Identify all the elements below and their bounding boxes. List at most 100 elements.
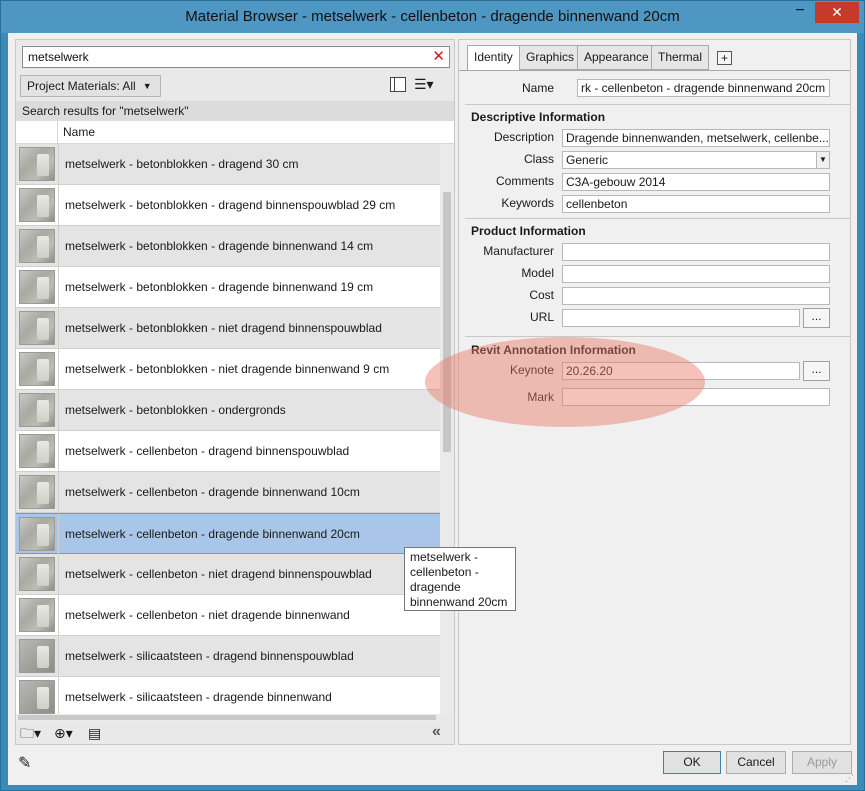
url-browse-button[interactable]: ... <box>803 308 830 328</box>
library-bottom-toolbar: 🗀▾ ⊕▾ ▤ « <box>16 722 454 744</box>
model-field[interactable] <box>562 265 830 283</box>
material-name: metselwerk - betonblokken - niet dragend… <box>65 362 390 376</box>
url-field[interactable] <box>562 309 800 327</box>
material-list-item[interactable]: metselwerk - silicaatsteen - dragend bin… <box>16 636 440 677</box>
material-list-item[interactable]: metselwerk - cellenbeton - niet dragend … <box>16 554 440 595</box>
material-name: metselwerk - betonblokken - dragende bin… <box>65 280 374 294</box>
column-separator <box>58 636 59 677</box>
material-thumbnail <box>19 680 55 714</box>
chevron-down-icon[interactable]: ▼ <box>816 152 829 168</box>
title-bar[interactable]: Material Browser - metselwerk - cellenbe… <box>1 1 864 33</box>
material-list-item[interactable]: metselwerk - betonblokken - niet dragend… <box>16 349 440 390</box>
column-separator <box>58 308 59 349</box>
name-column-header[interactable]: Name <box>63 125 95 139</box>
manufacturer-field[interactable] <box>562 243 830 261</box>
clear-search-icon[interactable]: ✕ <box>432 47 445 65</box>
material-list-panel: ✕ Project Materials: All ▼ ☰▾ Search res… <box>15 39 455 745</box>
material-list-item[interactable]: metselwerk - cellenbeton - dragende binn… <box>16 513 440 555</box>
material-list: metselwerk - betonblokken - dragend 30 c… <box>16 144 440 714</box>
dialog-client: ✕ Project Materials: All ▼ ☰▾ Search res… <box>8 33 857 785</box>
name-label: Name <box>521 81 554 95</box>
cost-field[interactable] <box>562 287 830 305</box>
material-list-item[interactable]: metselwerk - betonblokken - dragend binn… <box>16 185 440 226</box>
resize-grip-icon[interactable]: ⋰ <box>845 773 854 784</box>
material-thumbnail <box>19 557 55 591</box>
tab-appearance[interactable]: Appearance <box>577 45 656 70</box>
ok-button[interactable]: OK <box>663 751 721 774</box>
tooltip-line: dragende <box>410 580 461 594</box>
material-list-item[interactable]: metselwerk - betonblokken - dragende bin… <box>16 226 440 267</box>
material-list-item[interactable]: metselwerk - betonblokken - dragend 30 c… <box>16 144 440 185</box>
minimize-button[interactable]: − <box>789 3 811 24</box>
column-separator <box>58 431 59 472</box>
material-thumbnail <box>19 188 55 222</box>
toggle-library-pane-icon[interactable] <box>390 77 406 92</box>
search-results-header: Search results for "metselwerk" <box>16 101 454 121</box>
apply-button[interactable]: Apply <box>792 751 852 774</box>
view-options-icon[interactable]: ☰▾ <box>414 76 436 93</box>
material-thumbnail <box>19 598 55 632</box>
horizontal-scrollbar-thumb[interactable] <box>18 715 436 720</box>
column-separator <box>58 267 59 308</box>
material-list-item[interactable]: metselwerk - betonblokken - dragende bin… <box>16 267 440 308</box>
annotation-section-title: Revit Annotation Information <box>471 343 636 357</box>
material-name: metselwerk - betonblokken - ondergronds <box>65 403 286 417</box>
material-name: metselwerk - betonblokken - dragend 30 c… <box>65 157 299 171</box>
column-separator <box>58 390 59 431</box>
section-divider <box>465 336 850 337</box>
window-title: Material Browser - metselwerk - cellenbe… <box>185 8 680 25</box>
keynote-browse-button[interactable]: ... <box>803 361 830 381</box>
material-name: metselwerk - silicaatsteen - dragend bin… <box>65 649 354 663</box>
keynote-field[interactable]: 20.26.20 <box>562 362 800 380</box>
section-divider <box>465 104 850 105</box>
description-field[interactable]: Dragende binnenwanden, metselwerk, celle… <box>562 129 830 147</box>
material-list-item[interactable]: metselwerk - cellenbeton - dragend binne… <box>16 431 440 472</box>
material-list-item[interactable]: metselwerk - betonblokken - niet dragend… <box>16 308 440 349</box>
column-separator <box>58 554 59 595</box>
class-value: Generic <box>566 153 609 167</box>
material-list-item[interactable]: metselwerk - cellenbeton - niet dragende… <box>16 595 440 636</box>
url-label: URL <box>529 310 554 324</box>
tab-thermal[interactable]: Thermal <box>651 45 710 70</box>
asset-browser-icon[interactable]: ▤ <box>88 725 101 741</box>
class-select[interactable]: Generic ▼ <box>562 151 830 169</box>
column-separator <box>58 595 59 636</box>
tab-identity[interactable]: Identity <box>467 45 520 71</box>
material-list-item[interactable]: metselwerk - betonblokken - ondergronds <box>16 390 440 431</box>
cost-label: Cost <box>529 288 554 302</box>
material-name: metselwerk - cellenbeton - dragend binne… <box>65 444 350 458</box>
name-field[interactable]: rk - cellenbeton - dragende binnenwand 2… <box>577 79 830 97</box>
material-thumbnail <box>19 352 55 386</box>
material-thumbnail <box>19 311 55 345</box>
material-name: metselwerk - cellenbeton - niet dragend … <box>65 567 372 581</box>
material-name: metselwerk - betonblokken - niet dragend… <box>65 321 382 335</box>
list-column-header: Name <box>16 121 454 144</box>
column-separator <box>58 185 59 226</box>
material-thumbnail <box>19 475 55 509</box>
product-section-title: Product Information <box>471 224 586 238</box>
add-tab-button[interactable]: + <box>717 51 732 65</box>
material-name: metselwerk - silicaatsteen - dragende bi… <box>65 690 332 704</box>
vertical-scrollbar[interactable] <box>440 144 454 714</box>
collapse-panel-icon[interactable]: « <box>432 723 441 741</box>
keywords-field[interactable]: cellenbeton <box>562 195 830 213</box>
material-thumbnail <box>19 434 55 468</box>
horizontal-scrollbar[interactable] <box>16 714 440 722</box>
material-list-item[interactable]: metselwerk - cellenbeton - dragende binn… <box>16 472 440 513</box>
scrollbar-thumb[interactable] <box>443 192 451 452</box>
tab-graphics[interactable]: Graphics <box>519 45 582 70</box>
close-button[interactable]: ✕ <box>815 2 859 23</box>
mark-field[interactable] <box>562 388 830 406</box>
project-materials-dropdown[interactable]: Project Materials: All ▼ <box>20 75 161 97</box>
comments-field[interactable]: C3A-gebouw 2014 <box>562 173 830 191</box>
description-label: Description <box>493 130 554 144</box>
folder-icon[interactable]: 🗀▾ <box>20 725 41 741</box>
create-material-icon[interactable]: ⊕▾ <box>54 725 73 741</box>
material-name: metselwerk - betonblokken - dragende bin… <box>65 239 374 253</box>
material-list-item[interactable]: metselwerk - silicaatsteen - dragende bi… <box>16 677 440 714</box>
search-input[interactable] <box>26 48 421 66</box>
cancel-button[interactable]: Cancel <box>726 751 786 774</box>
material-editor-icon[interactable]: ✎ <box>18 753 38 773</box>
tooltip-line: cellenbeton - <box>410 565 479 579</box>
material-thumbnail <box>19 147 55 181</box>
